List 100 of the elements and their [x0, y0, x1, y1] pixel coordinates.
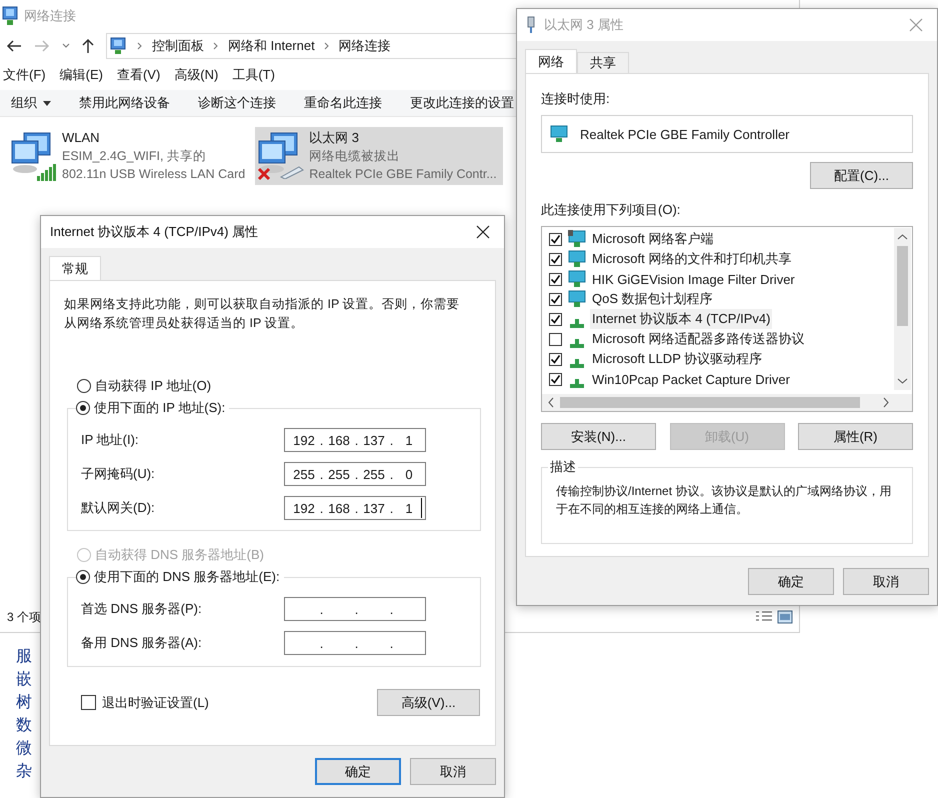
section-label: 此连接使用下列项目(O): [541, 201, 682, 219]
ok-button[interactable]: 确定 [748, 568, 834, 595]
breadcrumb-item[interactable]: 控制面板 [152, 37, 204, 55]
cancel-button[interactable]: 取消 [843, 568, 929, 595]
cable-icon [279, 165, 306, 179]
checkbox[interactable] [549, 312, 562, 326]
dialog-title: Internet 协议版本 4 (TCP/IPv4) 属性 [50, 223, 258, 241]
checkbox[interactable] [549, 332, 562, 346]
command-button[interactable]: 诊断这个连接 [198, 94, 276, 112]
radio-label: 自动获得 DNS 服务器地址(B) [95, 546, 264, 564]
monitor-icon [568, 250, 586, 268]
monitor-icon [568, 230, 586, 248]
command-button[interactable]: 更改此连接的设置 [410, 94, 514, 112]
checkbox[interactable] [549, 372, 562, 386]
field-label: IP 地址(I): [81, 431, 140, 449]
field-label: 子网掩码(U): [81, 465, 156, 483]
radio-button[interactable] [76, 570, 90, 584]
connection-status: ESIM_2.4G_WIFI, 共享的 [62, 148, 207, 165]
list-item[interactable]: 树 [16, 691, 40, 714]
advanced-button[interactable]: 高级(V)... [377, 689, 480, 716]
list-item[interactable]: Microsoft LLDP 协议驱动程序 [590, 349, 764, 369]
list-item[interactable]: 服 [16, 645, 40, 668]
menu-item[interactable]: 文件(F) [3, 66, 46, 84]
menu-item[interactable]: 查看(V) [116, 66, 160, 84]
connection-name: 以太网 3 [309, 129, 360, 147]
checkbox[interactable] [81, 695, 96, 710]
menu-item[interactable]: 高级(N) [174, 66, 218, 84]
connection-item[interactable]: WLAN ESIM_2.4G_WIFI, 共享的 802.11n USB Wireless LAN Card [8, 127, 252, 185]
input-field[interactable]: . . . [284, 631, 426, 655]
list-item[interactable]: 杂 [16, 760, 40, 783]
action-button[interactable]: 安装(N)... [541, 423, 656, 450]
tiles-view-icon[interactable] [777, 610, 793, 624]
action-button[interactable]: 属性(R) [798, 423, 913, 450]
protocol-icon [570, 319, 584, 328]
command-button[interactable]: 组织 [11, 94, 51, 112]
checkbox[interactable] [549, 292, 562, 306]
back-icon[interactable] [6, 39, 22, 53]
list-item[interactable]: Internet 协议版本 4 (TCP/IPv4) [590, 309, 772, 329]
connection-item[interactable]: 以太网 3 网络电缆被拔出 Realtek PCIe GBE Family Contr... [255, 127, 503, 185]
list-item[interactable]: Microsoft 网络的文件和打印机共享 [590, 249, 794, 269]
section-label: 连接时使用: [541, 90, 611, 108]
close-icon[interactable] [476, 225, 490, 239]
monitor-icon [550, 125, 568, 143]
configure-button[interactable]: 配置(C)... [810, 162, 913, 189]
up-icon[interactable] [82, 38, 94, 54]
description-text: 传输控制协议/Internet 协议。该协议是默认的广域网络协议，用于在不同的相互连接的网络上通信。 [556, 483, 892, 518]
dropdown-icon[interactable] [62, 43, 70, 49]
checkbox-label: 退出时验证设置(L) [102, 694, 209, 712]
list-item[interactable]: Win10Pcap Packet Capture Driver [590, 370, 792, 388]
cancel-button[interactable]: 取消 [410, 758, 496, 785]
list-item[interactable]: 微 [16, 737, 40, 760]
input-field[interactable]: . . . [284, 597, 426, 621]
chevron-icon [324, 42, 330, 50]
status-text: 3 个项 [7, 608, 42, 626]
scrollbar[interactable] [542, 394, 912, 411]
breadcrumb-item[interactable]: 网络连接 [338, 37, 391, 55]
input-field[interactable]: 192 . 168 . 137 . 1 [284, 428, 426, 452]
checkbox[interactable] [549, 252, 562, 266]
list-item[interactable]: Microsoft 网络适配器多路传送器协议 [590, 329, 806, 349]
radio-label: 自动获得 IP 地址(O) [95, 377, 212, 395]
menu-item[interactable]: 工具(T) [232, 66, 275, 84]
chevron-icon [137, 42, 143, 50]
group-label: 描述 [548, 458, 578, 476]
intro-text: 如果网络支持此功能，则可以获取自动指派的 IP 设置。否则，你需要从网络系统管理员处获得适当的 IP 设置。 [64, 296, 461, 332]
input-field[interactable]: 255 . 255 . 255 . 0 [284, 462, 426, 486]
command-button[interactable]: 禁用此网络设备 [79, 94, 170, 112]
plug-icon [526, 16, 536, 34]
field-label: 默认网关(D): [81, 499, 156, 517]
menu-item[interactable]: 编辑(E) [60, 66, 103, 84]
list-item[interactable]: HIK GiGEVision Image Filter Driver [590, 270, 797, 288]
list-item[interactable]: Microsoft 网络客户端 [590, 229, 716, 249]
radio-button[interactable] [77, 379, 91, 393]
radio-button[interactable] [76, 401, 90, 415]
list-item[interactable]: QoS 数据包计划程序 [590, 289, 715, 309]
tab[interactable]: 常规 [49, 256, 101, 280]
adapter-name: Realtek PCIe GBE Family Controller [580, 126, 790, 142]
tab[interactable]: 共享 [577, 52, 629, 73]
device-name: Realtek PCIe GBE Family Contr... [309, 166, 497, 183]
monitor-icon [568, 270, 586, 288]
field-label: 首选 DNS 服务器(P): [81, 600, 203, 618]
list-item[interactable]: 数 [16, 714, 40, 737]
connection-status: 网络电缆被拔出 [309, 148, 402, 165]
signal-icon [36, 163, 58, 181]
radio-label: 使用下面的 DNS 服务器地址(E): [94, 568, 280, 586]
command-button[interactable]: 重命名此连接 [304, 94, 382, 112]
checkbox[interactable] [549, 352, 562, 366]
connection-name: WLAN [62, 129, 101, 147]
list-item[interactable]: 嵌 [16, 668, 40, 691]
checkbox[interactable] [549, 232, 562, 246]
breadcrumb-item[interactable]: 网络和 Internet [228, 37, 315, 55]
ok-button[interactable]: 确定 [315, 758, 401, 785]
chevron-icon [213, 42, 219, 50]
scrollbar[interactable] [894, 228, 911, 390]
network-icon [2, 6, 20, 26]
network-icon [110, 37, 128, 55]
tab[interactable]: 网络 [525, 49, 577, 73]
checkbox[interactable] [549, 272, 562, 286]
protocol-icon [570, 339, 584, 348]
device-name: 802.11n USB Wireless LAN Card [62, 166, 246, 183]
input-field[interactable]: 192 . 168 . 137 . 1 [284, 496, 426, 520]
